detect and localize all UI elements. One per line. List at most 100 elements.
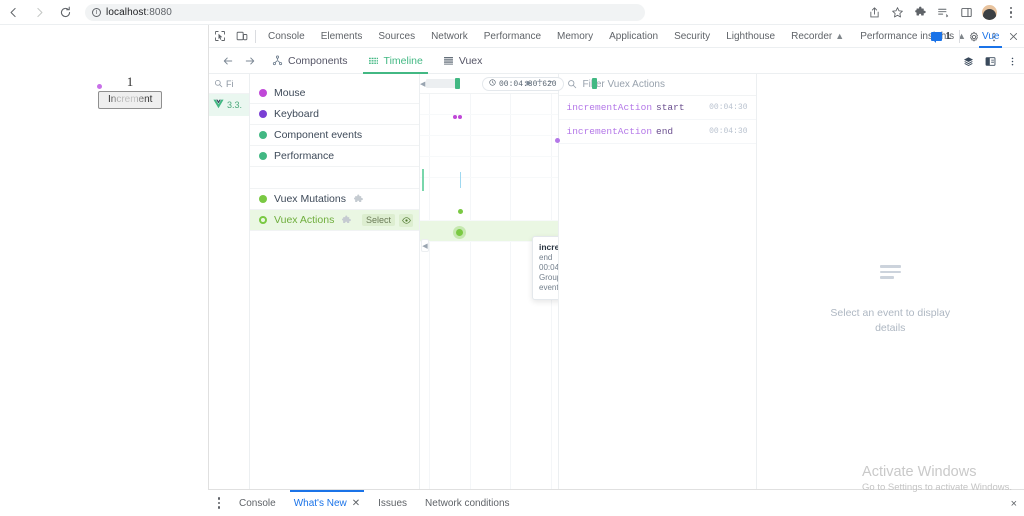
tab-label: Network [431,25,468,48]
layer-row-performance[interactable]: Performance [250,146,419,167]
timeline-zoom-controls: ▶ + − [526,77,553,88]
side-panel-icon[interactable] [956,2,977,23]
vue-back-arrow-icon[interactable] [217,48,239,74]
vue-app-version: 3.3. [227,100,242,110]
devtools-tab-elements[interactable]: Elements [313,25,371,48]
performance-frame-marker[interactable] [460,172,461,188]
info-circle-icon[interactable]: i [92,8,101,17]
gear-icon[interactable] [965,25,982,48]
layer-row-mouse[interactable]: Mouse [250,83,419,104]
event-time: 00:04:30 [709,103,747,112]
sidebar-toggle-icon[interactable] [983,48,998,74]
track-component-events [420,136,558,157]
bookmark-star-icon[interactable] [887,2,908,23]
layer-color-dot [259,216,267,224]
drawer-tab-issues[interactable]: Issues [369,490,416,516]
vue-app-entry[interactable]: 3.3. [209,94,249,116]
timeline-zoom-out-button[interactable]: − [548,77,554,88]
issues-count: 1 [945,31,951,42]
drawer-tab-console[interactable]: Console [230,490,285,516]
devtools-tab-application[interactable]: Application [601,25,666,48]
vue-tab-components[interactable]: Components [263,48,357,74]
inspect-element-icon[interactable] [209,25,231,48]
tab-label: Recorder [791,25,832,48]
layer-row-keyboard[interactable]: Keyboard [250,104,419,125]
app-search-input[interactable]: Fi [209,74,249,94]
share-icon[interactable] [864,2,885,23]
performance-bar[interactable] [422,169,424,191]
layer-select-button[interactable]: Select [362,214,395,226]
chrome-menu-kebab-icon[interactable] [1002,2,1020,23]
timeline-range-handle-right[interactable] [592,78,597,89]
layer-row-component-events[interactable]: Component events [250,125,419,146]
browser-toolbar: i localhost:8080 [0,0,1024,25]
timeline-scroll-thumb[interactable] [426,79,456,88]
devtools-tab-console[interactable]: Console [260,25,313,48]
profile-avatar-icon[interactable] [979,2,1000,23]
toolbar-separator [959,30,960,43]
reload-icon[interactable] [52,0,78,25]
issues-badge[interactable]: 1 [928,31,954,42]
devtools-tab-sources[interactable]: Sources [370,25,423,48]
app-selector-column: Fi 3.3. [209,74,250,516]
close-icon[interactable] [1005,25,1022,48]
devtools-tab-performance[interactable]: Performance [476,25,549,48]
vue-forward-arrow-icon[interactable] [239,48,261,74]
timeline-canvas[interactable]: ◀ ◀▶ incrementAction end 00:04:30.604 Gr… [420,94,558,516]
track-mouse [420,94,558,115]
event-filter-input[interactable]: Filter Vuex Actions [559,74,756,96]
vue-tab-timeline[interactable]: Timeline [359,48,432,74]
vue-more-kebab-icon[interactable] [1005,48,1020,74]
tab-label: Console [268,25,305,48]
mouse-event-marker[interactable] [458,115,462,119]
avatar[interactable] [982,5,997,20]
playhead-cursor-icon[interactable]: ▶ [526,79,531,87]
forward-arrow-icon[interactable] [26,0,52,25]
timeline-range-handle-left[interactable] [455,78,460,89]
close-icon[interactable]: ✕ [352,498,360,509]
layer-label: Vuex Actions [274,214,334,226]
timeline-zoom-in-button[interactable]: + [537,77,543,88]
event-name: incrementAction [567,126,653,137]
back-arrow-icon[interactable] [0,0,26,25]
tab-label: Lighthouse [726,25,775,48]
scroll-left-icon[interactable]: ◀ [421,239,429,252]
tab-label: Memory [557,25,593,48]
eye-visibility-icon[interactable] [399,214,413,227]
vue-tab-vuex[interactable]: Vuex [434,48,492,74]
devtools-tab-security[interactable]: Security [666,25,718,48]
layer-row-vuex-actions[interactable]: Vuex Actions Select [250,210,419,231]
event-list-item[interactable]: incrementAction start 00:04:30 [559,96,756,120]
increment-button[interactable]: Increment [98,91,162,109]
event-list-item[interactable]: incrementAction end 00:04:30 [559,120,756,144]
scroll-left-icon[interactable]: ◀ [420,80,425,88]
drawer-tab-whats-new[interactable]: What's New ✕ [285,490,369,516]
devtools-tab-lighthouse[interactable]: Lighthouse [718,25,783,48]
more-options-kebab-icon[interactable] [985,25,1002,48]
drawer-more-kebab-icon[interactable] [208,492,230,514]
event-detail-column: Select an event to display details [757,74,1024,516]
layer-color-dot [259,110,267,118]
layers-icon[interactable] [961,48,976,74]
layer-row-vuex-mutations[interactable]: Vuex Mutations [250,189,419,210]
devtools-tab-recorder[interactable]: Recorder ▲ [783,25,852,48]
reading-list-icon[interactable] [933,2,954,23]
close-drawer-icon[interactable]: × [1011,498,1017,510]
vuex-mutation-marker[interactable] [458,209,463,214]
drawer-tab-network-conditions[interactable]: Network conditions [416,490,518,516]
timeline-ruler[interactable]: ◀ 00:04:30.620 ▶ + − [420,74,558,94]
layer-label: Vuex Mutations [274,193,346,205]
url-text: localhost:8080 [106,7,172,18]
mouse-event-dot [97,84,102,89]
address-bar[interactable]: i localhost:8080 [85,4,645,21]
event-tooltip: incrementAction end 00:04:30.604 Group: … [532,236,558,300]
device-toolbar-icon[interactable] [231,25,253,48]
vue-tab-label: Timeline [384,55,423,67]
vuex-action-marker[interactable] [456,229,463,236]
extensions-puzzle-icon[interactable] [910,2,931,23]
devtools-tab-network[interactable]: Network [423,25,476,48]
devtools-tab-memory[interactable]: Memory [549,25,601,48]
event-name: incrementAction [567,102,653,113]
mouse-event-marker[interactable] [453,115,457,119]
event-phase: start [656,102,685,113]
